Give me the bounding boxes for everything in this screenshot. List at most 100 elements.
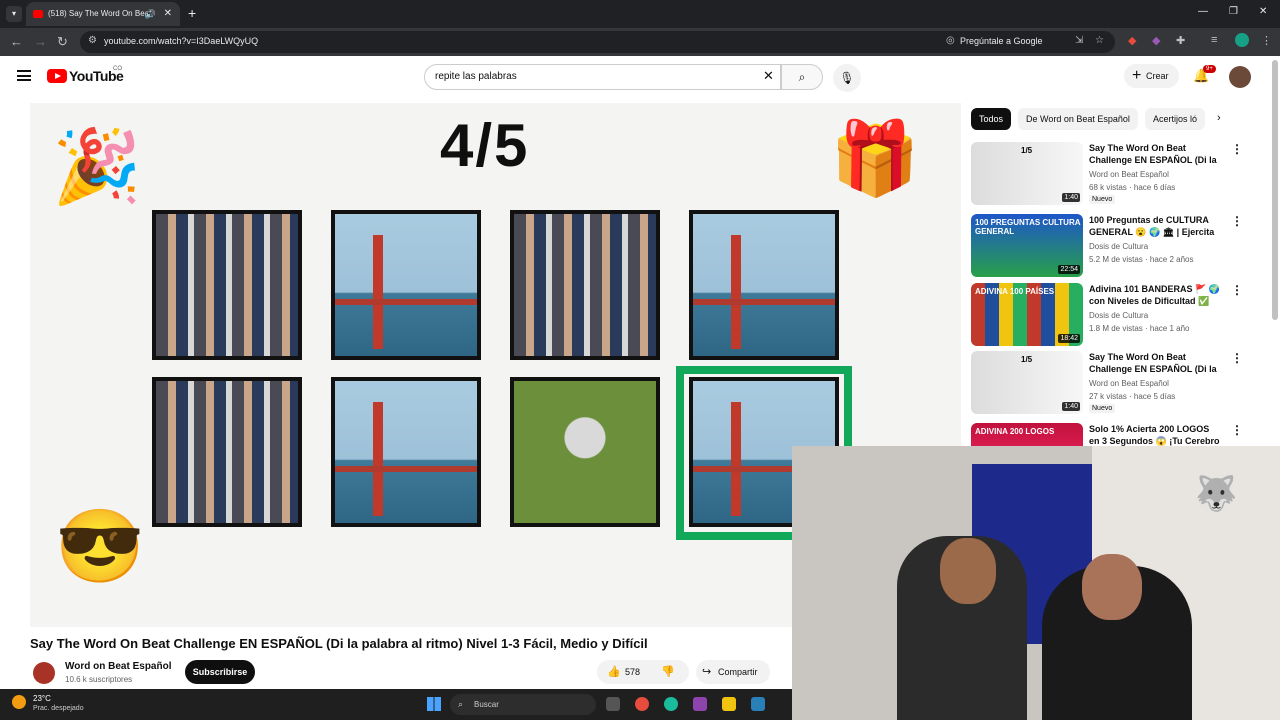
tab-list-button[interactable]: ▾ (6, 6, 22, 22)
country-code: CO (113, 66, 122, 72)
extension-icon[interactable]: ◆ (1152, 34, 1160, 47)
search-box[interactable]: repite las palabras ✕ (424, 64, 781, 90)
address-bar-row: ← → ↻ ⚙ youtube.com/watch?v=I3DaeLWQyUQ … (0, 28, 1280, 56)
hamburger-menu-icon[interactable] (17, 70, 31, 81)
close-tab-icon[interactable]: ✕ (164, 2, 172, 26)
maximize-icon[interactable]: ❐ (1229, 6, 1238, 17)
recommendation-item[interactable]: 1/5 1:40 Say The Word On Beat Challenge … (971, 142, 1266, 208)
recommendation-item[interactable]: 100 PREGUNTAS CULTURA GENERAL 22:54 100 … (971, 214, 1266, 280)
word-card-fountain (510, 377, 660, 527)
video-score-text: 4/5 (440, 112, 530, 179)
webcam-overlay: 🐺 (792, 446, 1280, 720)
windows-start-icon[interactable] (427, 697, 441, 711)
more-options-icon[interactable]: ⋮ (1231, 351, 1243, 365)
subscribe-button[interactable]: Subscribirse (185, 660, 255, 684)
reload-icon[interactable]: ↻ (57, 34, 68, 50)
video-thumbnail[interactable]: ADIVINA 200 LOGOS (971, 423, 1083, 447)
page-scrollbar[interactable] (1272, 60, 1278, 320)
more-options-icon[interactable]: ⋮ (1231, 423, 1243, 437)
chip-all[interactable]: Todos (971, 108, 1012, 130)
video-thumbnail[interactable]: 100 PREGUNTAS CULTURA GENERAL 22:54 (971, 214, 1083, 277)
ask-google-button[interactable]: Pregúntale a Google (960, 36, 1043, 46)
person-right-head (1082, 554, 1142, 620)
word-card-people (152, 377, 302, 527)
rec-channel[interactable]: Dosis de Cultura (1089, 311, 1148, 320)
chip-channel[interactable]: De Word on Beat Español (1018, 108, 1138, 130)
extension-icon[interactable]: ◆ (1128, 34, 1136, 47)
sunglasses-emoji-icon: 😎 (55, 507, 145, 587)
edge-icon[interactable] (664, 697, 678, 711)
channel-avatar[interactable] (33, 662, 55, 684)
person-left-head (940, 538, 996, 604)
puzzle-icon[interactable]: ✚ (1176, 34, 1185, 47)
forward-icon[interactable]: → (34, 34, 47, 49)
recommendation-item[interactable]: ADIVINA 100 PAÍSES 18:42 Adivina 101 BAN… (971, 283, 1266, 349)
speaker-icon[interactable]: 🔊 (145, 2, 156, 26)
recommendation-item[interactable]: ADIVINA 200 LOGOS Solo 1% Acierta 200 LO… (971, 423, 1266, 447)
rec-title[interactable]: Adivina 101 BANDERAS 🚩 🌍 con Niveles de … (1089, 283, 1221, 308)
copilot-icon[interactable] (693, 697, 707, 711)
weather-condition[interactable]: Prac. despejado (33, 705, 84, 712)
rec-title[interactable]: 100 Preguntas de CULTURA GENERAL 😮 🌍 🏛 |… (1089, 214, 1221, 239)
thumbnail-label: ADIVINA 100 PAÍSES (975, 287, 1055, 296)
media-icon[interactable]: ≡ (1211, 34, 1217, 46)
chrome-icon[interactable] (635, 697, 649, 711)
file-explorer-icon[interactable] (722, 697, 736, 711)
clear-search-icon[interactable]: ✕ (763, 68, 774, 84)
rec-meta: 27 k vistas · hace 5 días (1089, 392, 1176, 401)
rec-channel[interactable]: Word on Beat Español (1089, 170, 1169, 179)
create-button[interactable]: Crear (1124, 64, 1179, 88)
like-dislike-group: 👍 578 👎 (597, 660, 689, 684)
video-title: Say The Word On Beat Challenge EN ESPAÑO… (30, 636, 648, 651)
share-button[interactable]: ↪ Compartir (696, 660, 770, 684)
browser-tab[interactable]: (518) Say The Word On Beat 🔊 ✕ (26, 2, 180, 26)
rec-channel[interactable]: Dosis de Cultura (1089, 242, 1148, 251)
rec-title[interactable]: Solo 1% Acierta 200 LOGOS en 3 Segundos … (1089, 423, 1221, 447)
chip-riddles[interactable]: Acertijos ló (1145, 108, 1205, 130)
omnibox[interactable]: ⚙ youtube.com/watch?v=I3DaeLWQyUQ ◎ Preg… (80, 31, 1115, 53)
close-window-icon[interactable]: ✕ (1259, 6, 1267, 17)
search-button[interactable]: ⌕ (781, 64, 823, 90)
more-options-icon[interactable]: ⋮ (1231, 142, 1243, 156)
rec-title[interactable]: Say The Word On Beat Challenge EN ESPAÑO… (1089, 142, 1221, 167)
taskbar-search[interactable]: ⌕ Buscar (450, 694, 596, 715)
duration-badge: 1:40 (1062, 193, 1080, 202)
more-options-icon[interactable]: ⋮ (1231, 283, 1243, 297)
channel-name[interactable]: Word on Beat Español (65, 661, 172, 672)
chevron-right-icon[interactable]: › (1217, 112, 1221, 124)
minimize-icon[interactable]: — (1198, 6, 1208, 17)
account-avatar[interactable] (1229, 66, 1251, 88)
bookmark-star-icon[interactable]: ☆ (1095, 35, 1104, 46)
search-icon: ⌕ (458, 699, 464, 709)
youtube-logo-icon[interactable] (47, 69, 67, 83)
like-count[interactable]: 578 (625, 660, 640, 684)
video-thumbnail[interactable]: 1/5 1:40 (971, 351, 1083, 414)
store-icon[interactable] (751, 697, 765, 711)
browser-tab-bar: ▾ (518) Say The Word On Beat 🔊 ✕ + — ❐ ✕ (0, 0, 1280, 28)
site-info-icon[interactable]: ⚙ (88, 35, 97, 46)
video-thumbnail[interactable]: 1/5 1:40 (971, 142, 1083, 205)
video-thumbnail[interactable]: ADIVINA 100 PAÍSES 18:42 (971, 283, 1083, 346)
search-input[interactable]: repite las palabras (435, 71, 517, 82)
gift-icon: 🎁 (830, 119, 920, 199)
back-icon[interactable]: ← (10, 34, 23, 49)
rec-channel[interactable]: Word on Beat Español (1089, 379, 1169, 388)
voice-search-button[interactable]: 🎙 (833, 64, 861, 92)
install-icon[interactable]: ⇲ (1075, 35, 1083, 46)
menu-kebab-icon[interactable]: ⋮ (1261, 34, 1272, 47)
rec-title[interactable]: Say The Word On Beat Challenge EN ESPAÑO… (1089, 351, 1221, 376)
word-card-bridge (331, 377, 481, 527)
thumbs-up-icon[interactable]: 👍 (607, 660, 621, 684)
recommendation-item[interactable]: 1/5 1:40 Say The Word On Beat Challenge … (971, 351, 1266, 417)
more-options-icon[interactable]: ⋮ (1231, 214, 1243, 228)
duration-badge: 18:42 (1058, 334, 1080, 343)
google-lens-icon[interactable]: ◎ (946, 35, 955, 46)
url-text[interactable]: youtube.com/watch?v=I3DaeLWQyUQ (104, 36, 258, 46)
task-view-icon[interactable] (606, 697, 620, 711)
thumbs-down-icon[interactable]: 👎 (661, 660, 675, 684)
new-tab-button[interactable]: + (188, 5, 196, 21)
weather-icon[interactable] (12, 695, 26, 709)
weather-temperature[interactable]: 23°C (33, 694, 51, 703)
profile-avatar[interactable] (1235, 33, 1249, 47)
wolf-wall-art-icon: 🐺 (1195, 475, 1238, 513)
